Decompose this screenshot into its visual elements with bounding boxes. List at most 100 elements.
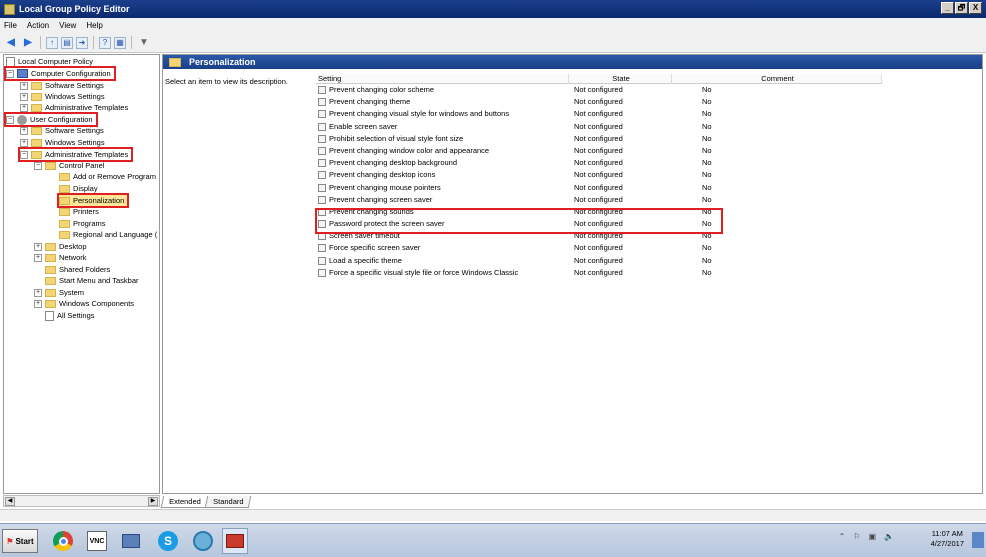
tree-uc-administrative-templates[interactable]: − Administrative Templates	[17, 147, 134, 162]
tree-start-menu-taskbar[interactable]: Start Menu and Taskbar	[45, 275, 139, 286]
filter-icon[interactable]: ▼	[137, 36, 151, 49]
table-row[interactable]: Prevent changing color scheme Not configu…	[316, 84, 882, 96]
tree-printers[interactable]: Printers	[59, 206, 99, 217]
collapse-icon[interactable]: −	[34, 161, 42, 170]
tree-windows-components[interactable]: + Windows Components	[34, 298, 134, 309]
folder-icon	[31, 150, 42, 159]
server-manager-icon[interactable]	[190, 528, 216, 554]
tree-all-settings[interactable]: All Settings	[45, 310, 95, 321]
collapse-icon[interactable]: −	[6, 69, 14, 78]
restore-button[interactable]: 🗗	[955, 2, 968, 14]
network-computers-icon[interactable]	[118, 528, 144, 554]
show-hide-tree-icon[interactable]: ▤	[61, 36, 73, 49]
tree-computer-configuration[interactable]: − Computer Configuration	[4, 66, 116, 81]
column-header-state[interactable]: State	[569, 74, 672, 84]
table-row[interactable]: Enable screen saver Not configured No	[316, 121, 882, 133]
tab-extended[interactable]: Extended	[160, 496, 209, 508]
state-cell: Not configured	[574, 255, 623, 265]
tree-desktop[interactable]: + Desktop	[34, 241, 87, 252]
table-row[interactable]: Prevent changing screen saver Not configu…	[316, 194, 882, 206]
menu-view[interactable]: View	[59, 21, 76, 30]
close-button[interactable]: X	[969, 2, 982, 14]
scroll-right-icon[interactable]: ▶	[148, 497, 158, 506]
tree-regional-language[interactable]: Regional and Language (	[59, 229, 157, 240]
scroll-left-icon[interactable]: ◀	[5, 497, 15, 506]
tree-uc-windows-settings[interactable]: + Windows Settings	[20, 137, 105, 148]
column-header-comment[interactable]: Comment	[672, 74, 882, 84]
tree-user-configuration[interactable]: − User Configuration	[4, 112, 98, 127]
table-row[interactable]: Force a specific visual style file or fo…	[316, 267, 882, 279]
flag-icon[interactable]: ⚐	[853, 532, 860, 541]
table-body: Prevent changing color scheme Not configu…	[316, 84, 882, 279]
tree-programs[interactable]: Programs	[59, 218, 106, 229]
menu-action[interactable]: Action	[27, 21, 49, 30]
expand-icon[interactable]: +	[20, 138, 28, 147]
tree-display[interactable]: Display	[59, 183, 98, 194]
tree-root[interactable]: Local Computer Policy	[6, 56, 93, 67]
volume-icon[interactable]: 🔈	[884, 532, 894, 541]
state-cell: Not configured	[574, 85, 623, 94]
folder-icon	[59, 184, 70, 193]
expand-icon[interactable]: +	[34, 288, 42, 297]
vnc-icon[interactable]: VNC	[84, 528, 110, 554]
chrome-icon[interactable]	[50, 528, 76, 554]
help-icon[interactable]: ?	[99, 36, 111, 49]
gpedit-taskbar-icon[interactable]	[222, 528, 248, 554]
collapse-icon[interactable]: −	[6, 115, 14, 124]
export-list-icon[interactable]: ➜	[76, 36, 88, 49]
expand-icon[interactable]: +	[20, 103, 28, 112]
table-row[interactable]: Prevent changing visual style for window…	[316, 108, 882, 120]
column-header-setting[interactable]: Setting	[316, 74, 569, 84]
show-desktop-button[interactable]	[972, 532, 984, 548]
expand-icon[interactable]: +	[34, 299, 42, 308]
table-row[interactable]: Load a specific theme Not configured No	[316, 255, 882, 267]
tree-pane[interactable]: Local Computer Policy − Computer Configu…	[3, 54, 160, 494]
expand-icon[interactable]: +	[34, 253, 42, 262]
expand-icon[interactable]: +	[20, 92, 28, 101]
tree-cc-windows-settings[interactable]: + Windows Settings	[20, 91, 105, 102]
state-cell: Not configured	[574, 267, 623, 277]
table-row[interactable]: Prevent changing mouse pointers Not confi…	[316, 182, 882, 194]
tree-uc-software-settings[interactable]: + Software Settings	[20, 125, 104, 136]
folder-icon	[169, 57, 181, 67]
collapse-icon[interactable]: −	[20, 150, 28, 159]
gpedit-app-icon	[4, 3, 15, 15]
tree-shared-folders[interactable]: Shared Folders	[45, 264, 110, 275]
table-row[interactable]: Prevent changing desktop icons Not config…	[316, 169, 882, 181]
table-row[interactable]: Prevent changing theme Not configured No	[316, 96, 882, 108]
expand-icon[interactable]: +	[34, 242, 42, 251]
tree-system[interactable]: + System	[34, 287, 84, 298]
properties-icon[interactable]: ▦	[114, 36, 126, 49]
tree-horizontal-scrollbar[interactable]: ◀ ▶	[3, 495, 160, 507]
table-row[interactable]: Prevent changing desktop background Not c…	[316, 157, 882, 169]
policy-setting-icon	[318, 159, 326, 168]
chevron-up-icon[interactable]: ⌃	[839, 532, 846, 541]
tree-control-panel[interactable]: − Control Panel	[34, 160, 104, 171]
skype-icon[interactable]: S	[155, 528, 181, 554]
policy-doc-icon	[6, 56, 15, 67]
menu-help[interactable]: Help	[86, 21, 102, 30]
network-icon[interactable]: ▣	[868, 532, 876, 541]
tree-cc-administrative-templates[interactable]: + Administrative Templates	[20, 102, 128, 113]
tree-network[interactable]: + Network	[34, 252, 87, 263]
table-row[interactable]: Prevent changing window color and appear…	[316, 145, 882, 157]
tree-add-remove-programs[interactable]: Add or Remove Program	[59, 171, 156, 182]
table-row[interactable]: Prohibit selection of visual style font …	[316, 133, 882, 145]
setting-cell: Prevent changing window color and appear…	[318, 145, 568, 157]
tree-cc-software-settings[interactable]: + Software Settings	[20, 80, 104, 91]
state-cell: Not configured	[574, 194, 623, 204]
menu-file[interactable]: File	[4, 21, 17, 30]
up-folder-icon[interactable]: ↑	[46, 36, 58, 49]
expand-icon[interactable]: +	[20, 81, 28, 90]
clock[interactable]: 11:07 AM 4/27/2017	[931, 529, 964, 549]
back-arrow-icon[interactable]: ◀	[4, 36, 18, 49]
expand-icon[interactable]: +	[20, 126, 28, 135]
tab-standard[interactable]: Standard	[204, 496, 252, 508]
tree-personalization[interactable]: Personalization	[56, 193, 130, 208]
start-button[interactable]: ⚑ Start	[2, 529, 38, 553]
forward-arrow-icon[interactable]: ▶	[21, 36, 35, 49]
comment-cell: No	[702, 267, 712, 277]
minimize-button[interactable]: _	[941, 2, 954, 14]
table-row[interactable]: Force specific screen saver Not configure…	[316, 242, 882, 254]
setting-cell: Prevent changing screen saver	[318, 194, 568, 206]
